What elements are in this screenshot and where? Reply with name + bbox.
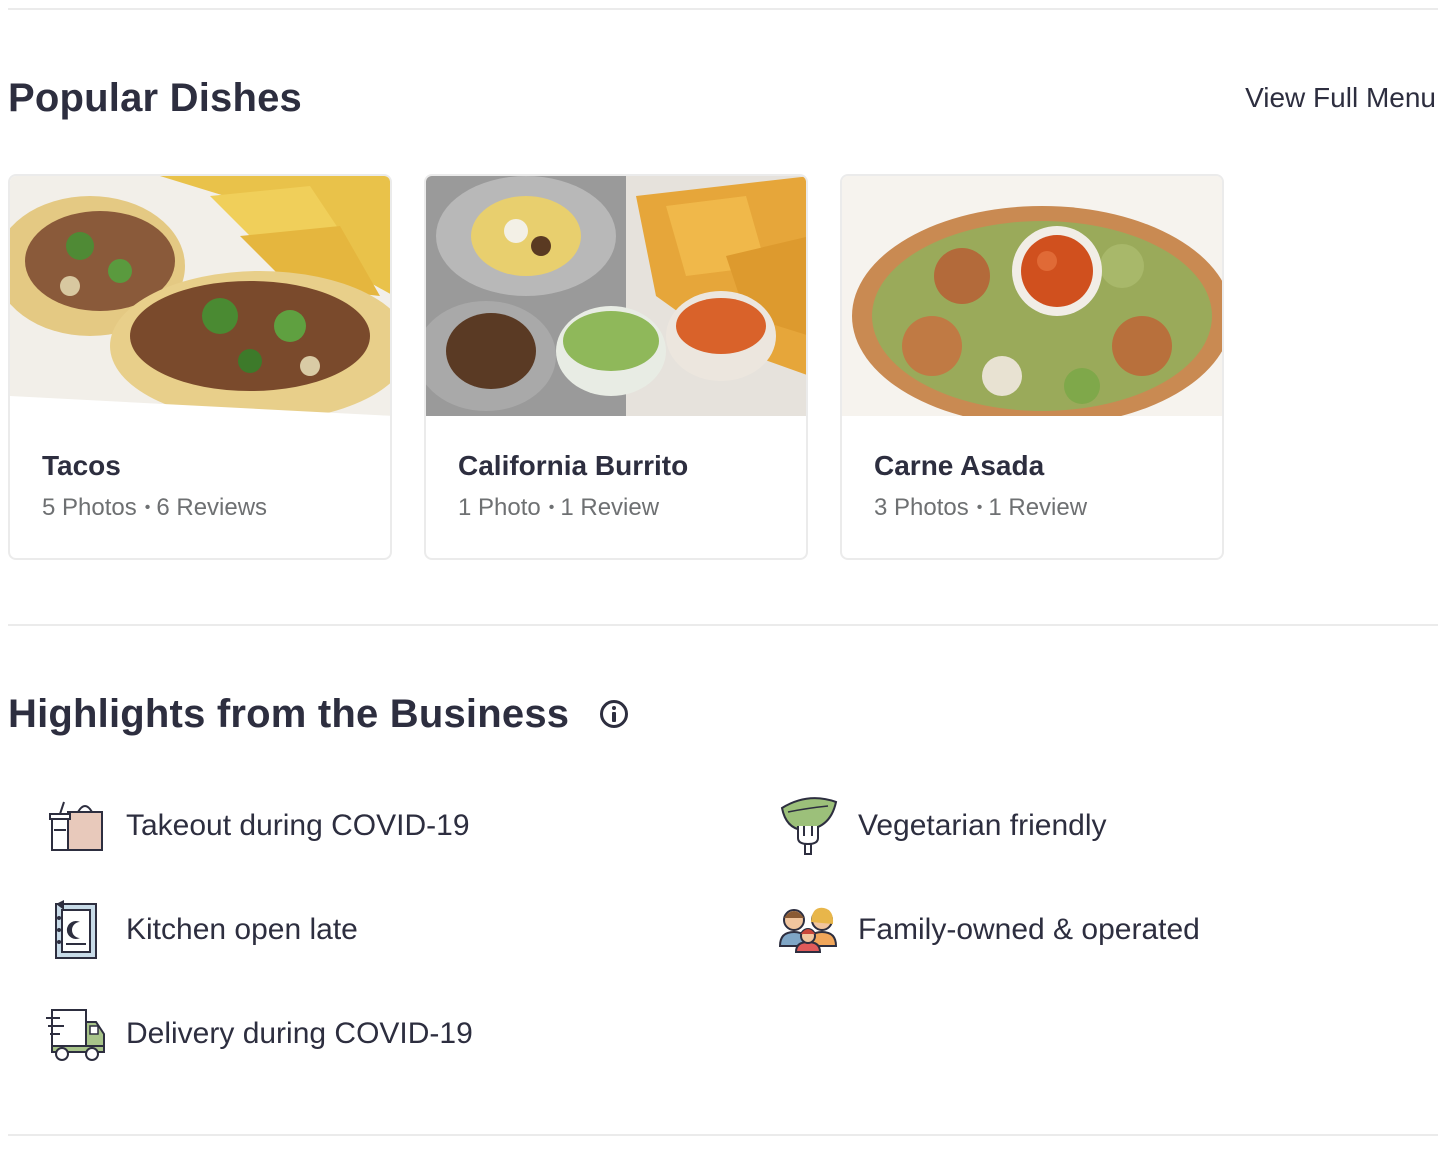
dish-card-carne-asada[interactable]: Carne Asada 3 Photos • 1 Review bbox=[840, 174, 1224, 560]
section-divider bbox=[8, 624, 1438, 626]
top-divider bbox=[8, 8, 1438, 10]
highlight-label: Kitchen open late bbox=[126, 913, 358, 946]
review-count[interactable]: 6 Reviews bbox=[156, 494, 267, 521]
leaf-fork-icon bbox=[778, 796, 838, 856]
dish-meta: 1 Photo • 1 Review bbox=[458, 494, 659, 522]
photo-count[interactable]: 3 Photos bbox=[874, 494, 969, 521]
review-count[interactable]: 1 Review bbox=[988, 494, 1087, 521]
takeout-bag-icon bbox=[46, 796, 106, 856]
popular-dishes-title: Popular Dishes bbox=[8, 76, 302, 120]
highlight-vegetarian: Vegetarian friendly bbox=[778, 794, 1107, 858]
photo-count[interactable]: 1 Photo bbox=[458, 494, 541, 521]
family-icon bbox=[778, 900, 838, 960]
dish-name[interactable]: Tacos bbox=[42, 450, 121, 482]
dish-name[interactable]: California Burrito bbox=[458, 450, 688, 482]
dish-photo-tacos[interactable] bbox=[10, 176, 390, 416]
dish-meta: 3 Photos • 1 Review bbox=[874, 494, 1087, 522]
dish-card-tacos[interactable]: Tacos 5 Photos • 6 Reviews bbox=[8, 174, 392, 560]
bottom-divider bbox=[8, 1134, 1438, 1136]
dish-name[interactable]: Carne Asada bbox=[874, 450, 1044, 482]
dish-card-california-burrito[interactable]: California Burrito 1 Photo • 1 Review bbox=[424, 174, 808, 560]
view-full-menu-link[interactable]: View Full Menu bbox=[1245, 82, 1436, 114]
highlight-delivery: Delivery during COVID-19 bbox=[46, 1002, 473, 1066]
info-icon[interactable] bbox=[600, 700, 628, 728]
dish-meta: 5 Photos • 6 Reviews bbox=[42, 494, 267, 522]
dish-photo-california-burrito[interactable] bbox=[426, 176, 806, 416]
delivery-truck-icon bbox=[46, 1004, 106, 1064]
highlight-label: Delivery during COVID-19 bbox=[126, 1017, 473, 1050]
dish-photo-carne-asada[interactable] bbox=[842, 176, 1222, 416]
separator-dot: • bbox=[976, 499, 983, 516]
highlight-family-owned: Family-owned & operated bbox=[778, 898, 1200, 962]
highlight-kitchen-late: Kitchen open late bbox=[46, 898, 358, 962]
highlight-takeout: Takeout during COVID-19 bbox=[46, 794, 470, 858]
separator-dot: • bbox=[548, 499, 555, 516]
separator-dot: • bbox=[144, 499, 151, 516]
highlight-label: Takeout during COVID-19 bbox=[126, 809, 470, 842]
review-count[interactable]: 1 Review bbox=[560, 494, 659, 521]
highlight-label: Vegetarian friendly bbox=[858, 809, 1107, 842]
highlights-title: Highlights from the Business bbox=[8, 692, 570, 736]
highlight-label: Family-owned & operated bbox=[858, 913, 1200, 946]
photo-count[interactable]: 5 Photos bbox=[42, 494, 137, 521]
moon-menu-icon bbox=[46, 900, 106, 960]
